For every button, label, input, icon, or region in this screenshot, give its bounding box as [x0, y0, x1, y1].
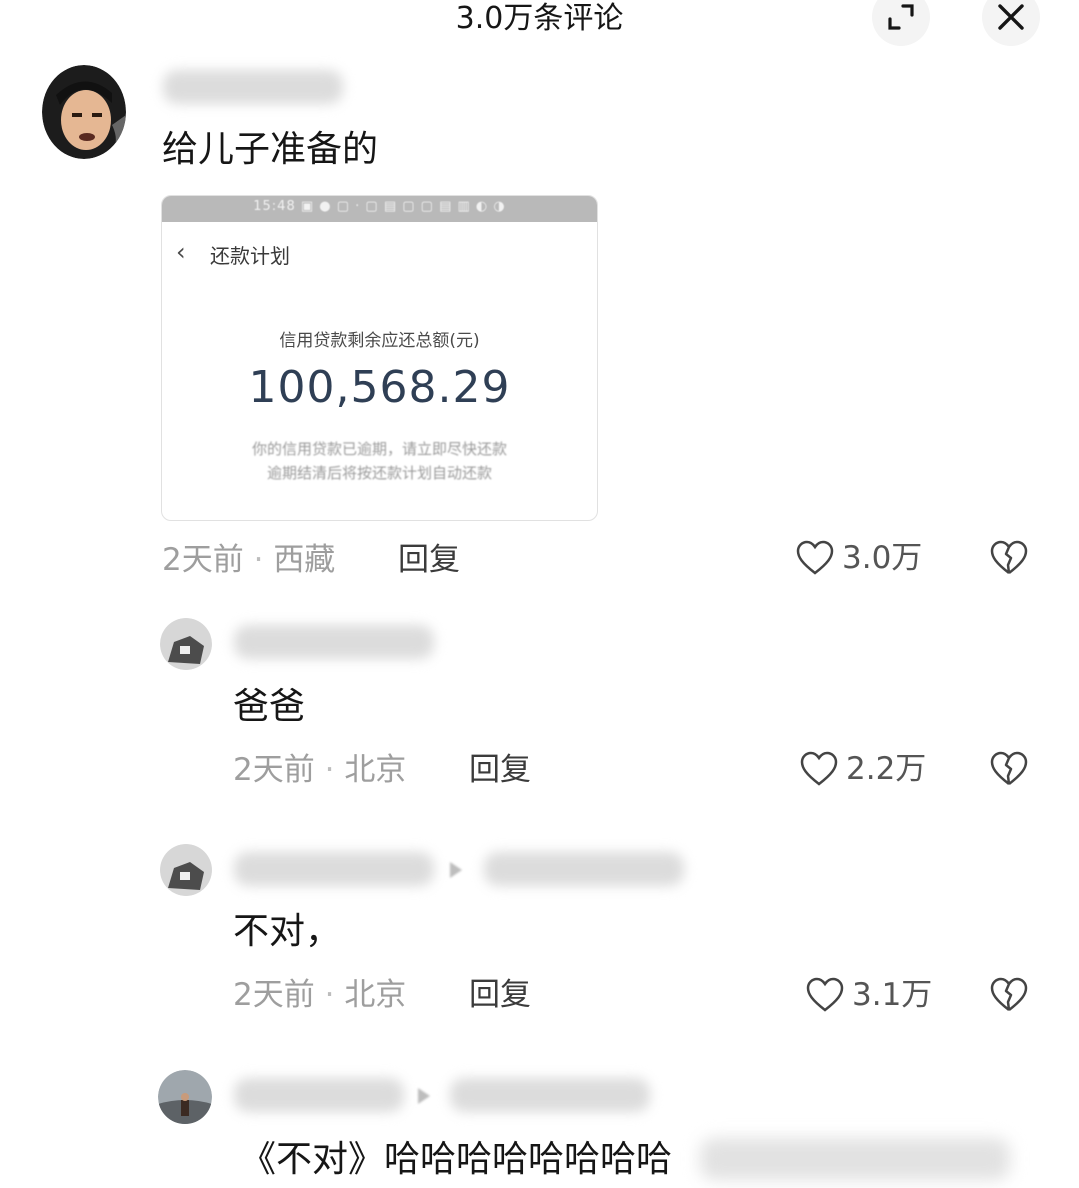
like-button[interactable]: 2.2万 — [800, 749, 926, 789]
username-blurred[interactable] — [234, 1078, 404, 1112]
comment-location: 西藏 — [273, 542, 336, 578]
like-count: 3.1万 — [852, 977, 933, 1013]
reply-arrow-icon — [418, 1088, 430, 1104]
expand-button[interactable] — [872, 0, 930, 46]
dislike-button[interactable] — [990, 751, 1028, 791]
comment-text: 不对， — [233, 911, 342, 952]
image-status-text: 15:48 ▣ ● ▢ · ▢ ▤ ▢ ▢ ▤ ▥ ◐ ◑ — [253, 199, 506, 214]
like-button[interactable]: 3.1万 — [806, 975, 932, 1015]
comment-location: 北京 — [344, 752, 407, 788]
dislike-button[interactable] — [990, 977, 1028, 1017]
comment-meta: 2天前 · 北京 — [233, 750, 406, 790]
blurred-text-overlay — [700, 1138, 1010, 1180]
expand-icon — [888, 4, 914, 30]
reply-to-username-blurred[interactable] — [484, 852, 684, 886]
reply-button[interactable]: 回复 — [469, 975, 531, 1015]
comment-location: 北京 — [344, 977, 407, 1013]
comment-meta: 2天前 · 西藏 — [162, 540, 335, 580]
reply-arrow-icon — [450, 862, 462, 878]
avatar[interactable] — [160, 618, 212, 670]
meta-separator: · — [324, 977, 335, 1013]
comment-time: 2天前 — [162, 542, 244, 578]
image-back-icon: ‹ — [176, 238, 186, 266]
image-amount-label: 信用贷款剩余应还总额(元) — [279, 331, 480, 351]
heart-icon — [806, 977, 844, 1012]
avatar-icon — [158, 1070, 212, 1124]
avatar[interactable] — [42, 65, 126, 159]
image-nav-title: 还款计划 — [210, 244, 290, 268]
comment-text: 爸爸 — [233, 686, 306, 727]
image-note-2: 逾期结清后将按还款计划自动还款 — [266, 464, 492, 482]
heart-icon — [800, 751, 838, 786]
comment-time: 2天前 — [233, 977, 315, 1013]
comment-image[interactable]: 15:48 ▣ ● ▢ · ▢ ▤ ▢ ▢ ▤ ▥ ◐ ◑ ‹ 还款计划 信用贷… — [161, 195, 598, 521]
image-amount: 100,568.29 — [248, 362, 511, 413]
like-count: 3.0万 — [842, 540, 923, 576]
reply-to-username-blurred[interactable] — [450, 1078, 650, 1112]
reply-button[interactable]: 回复 — [469, 750, 531, 790]
like-count: 2.2万 — [846, 751, 927, 787]
avatar-portrait-icon — [42, 65, 126, 159]
comment-meta: 2天前 · 北京 — [233, 975, 406, 1015]
comment-text: 给儿子准备的 — [162, 129, 379, 170]
avatar-icon — [160, 618, 212, 670]
avatar[interactable] — [160, 844, 212, 896]
comment-text: 《不对》哈哈哈哈哈哈哈哈 — [240, 1139, 673, 1180]
broken-heart-icon — [990, 977, 1028, 1011]
broken-heart-icon — [990, 540, 1028, 574]
heart-icon — [796, 540, 834, 575]
avatar[interactable] — [158, 1070, 212, 1124]
broken-heart-icon — [990, 751, 1028, 785]
meta-separator: · — [324, 752, 335, 788]
dislike-button[interactable] — [990, 540, 1028, 580]
username-blurred[interactable] — [234, 625, 434, 659]
meta-separator: · — [253, 542, 264, 578]
reply-button[interactable]: 回复 — [398, 540, 460, 580]
like-button[interactable]: 3.0万 — [796, 538, 922, 578]
comment-time: 2天前 — [233, 752, 315, 788]
image-note-1: 你的信用贷款已逾期，请立即尽快还款 — [251, 440, 507, 458]
avatar-icon — [160, 844, 212, 896]
close-button[interactable] — [982, 0, 1040, 46]
username-blurred[interactable] — [163, 70, 343, 104]
username-blurred[interactable] — [234, 852, 434, 886]
image-status-bar: 15:48 ▣ ● ▢ · ▢ ▤ ▢ ▢ ▤ ▥ ◐ ◑ — [162, 196, 597, 222]
close-icon — [998, 4, 1024, 30]
